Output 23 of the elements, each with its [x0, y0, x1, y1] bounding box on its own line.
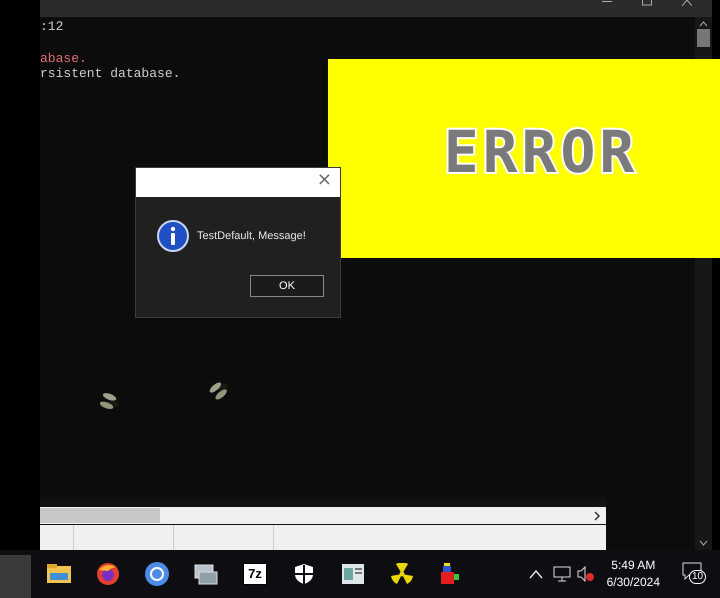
notification-icon[interactable] [682, 562, 702, 580]
clock-date: 6/30/2024 [606, 574, 660, 591]
clock[interactable]: 5:49 AM 6/30/2024 [606, 557, 660, 591]
console-line: abase. [40, 51, 87, 66]
minimize-icon[interactable] [602, 0, 612, 4]
console-line: rsistent database. [40, 66, 180, 81]
info-icon [157, 220, 189, 252]
console-line: :12 [40, 19, 64, 34]
notification-count: 10 [689, 570, 706, 584]
ok-button[interactable]: OK [250, 275, 324, 297]
network-icon[interactable] [552, 566, 571, 582]
muted-speaker-icon[interactable] [576, 566, 595, 582]
horizontal-scrollbar[interactable] [40, 507, 606, 524]
dialog-message: TestDefault, Message! [197, 228, 306, 244]
close-button[interactable]: × [316, 168, 332, 192]
scroll-thumb[interactable] [697, 29, 710, 47]
start-tile[interactable] [0, 555, 31, 598]
scroll-right-icon[interactable] [592, 510, 602, 520]
maximize-icon[interactable] [642, 0, 652, 6]
scroll-thumb[interactable] [40, 508, 160, 523]
chevron-up-icon[interactable] [528, 569, 543, 579]
error-text: ERROR [444, 117, 638, 188]
clock-time: 5:49 AM [611, 557, 656, 574]
